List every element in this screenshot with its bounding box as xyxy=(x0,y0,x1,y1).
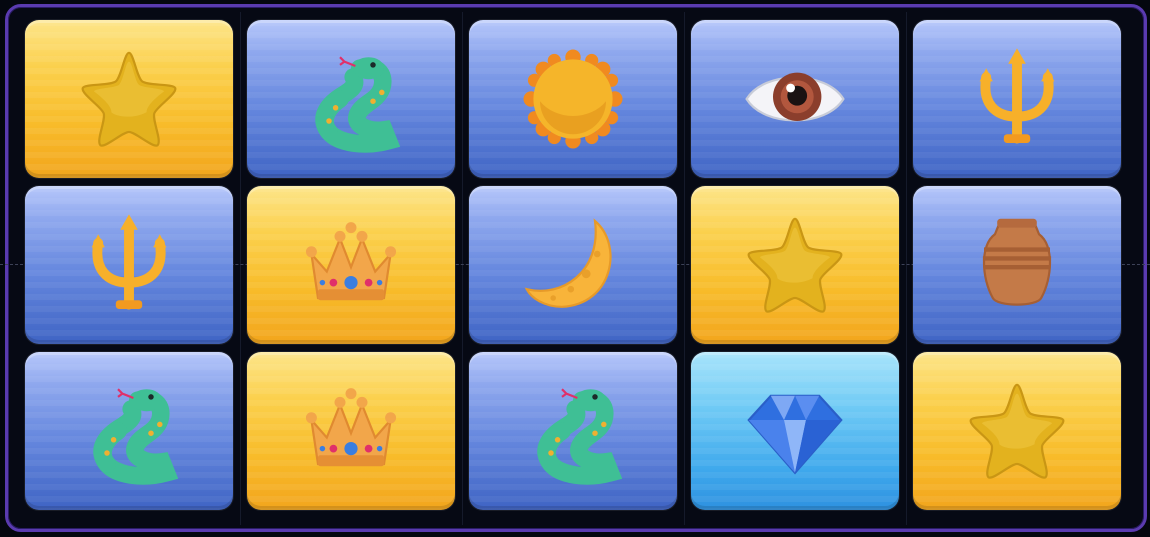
sun-icon xyxy=(518,44,628,154)
slot-tile-r3-c5[interactable] xyxy=(913,352,1121,510)
eye-icon xyxy=(740,44,850,154)
slot-tile-r3-c4[interactable] xyxy=(691,352,899,510)
snake-icon xyxy=(518,376,628,486)
diamond-icon xyxy=(740,376,850,486)
urn-icon xyxy=(962,210,1072,320)
slot-tile-r1-c2[interactable] xyxy=(247,20,455,178)
slot-tile-r1-c3[interactable] xyxy=(469,20,677,178)
slot-tile-r3-c3[interactable] xyxy=(469,352,677,510)
slot-tile-r3-c1[interactable] xyxy=(25,352,233,510)
slot-tile-r2-c4[interactable] xyxy=(691,186,899,344)
slot-tile-r2-c2[interactable] xyxy=(247,186,455,344)
slot-tile-r2-c1[interactable] xyxy=(25,186,233,344)
slot-tile-r1-c4[interactable] xyxy=(691,20,899,178)
snake-icon xyxy=(296,44,406,154)
slot-tile-r1-c5[interactable] xyxy=(913,20,1121,178)
trident-icon xyxy=(74,210,184,320)
slot-grid xyxy=(0,0,1150,537)
slot-tile-r2-c3[interactable] xyxy=(469,186,677,344)
slot-tile-r1-c1[interactable] xyxy=(25,20,233,178)
slot-tile-r2-c5[interactable] xyxy=(913,186,1121,344)
snake-icon xyxy=(74,376,184,486)
trident-icon xyxy=(962,44,1072,154)
star-icon xyxy=(74,44,184,154)
crown-icon xyxy=(296,210,406,320)
crown-icon xyxy=(296,376,406,486)
star-icon xyxy=(740,210,850,320)
moon-icon xyxy=(518,210,628,320)
star-icon xyxy=(962,376,1072,486)
slot-tile-r3-c2[interactable] xyxy=(247,352,455,510)
